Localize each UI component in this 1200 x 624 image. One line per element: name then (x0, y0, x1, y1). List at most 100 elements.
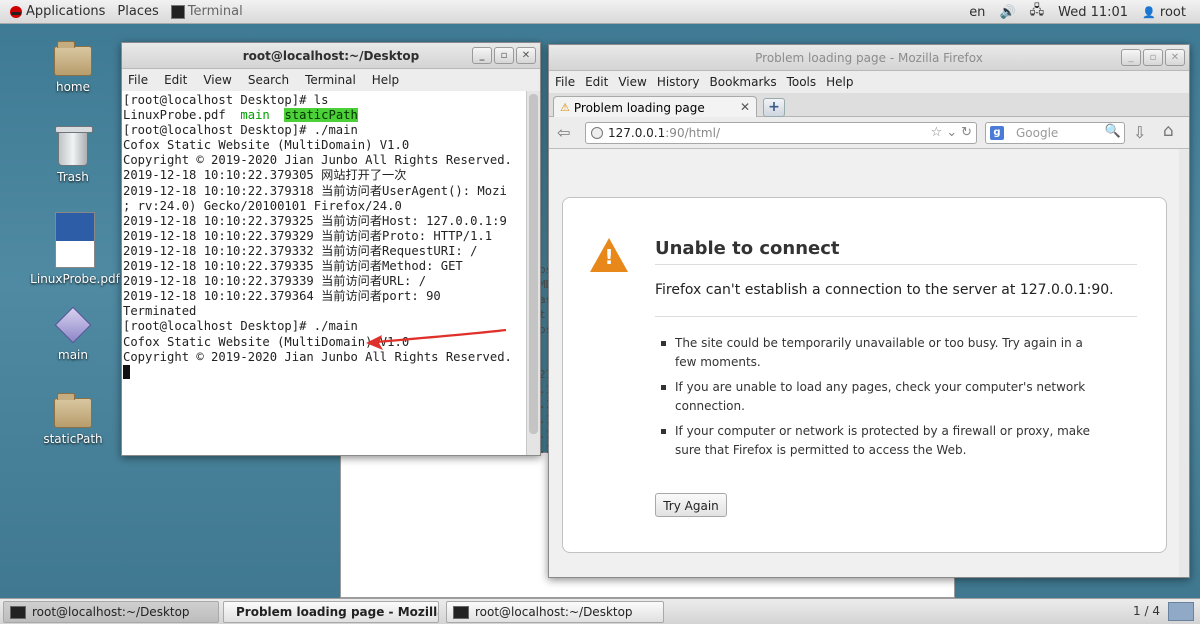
firefox-titlebar[interactable]: Problem loading page - Mozilla Firefox _… (549, 45, 1189, 71)
desktop-icon-home[interactable]: home (26, 41, 120, 94)
page-content: ! Unable to connect Firefox can't establ… (549, 149, 1189, 577)
error-title: Unable to connect (655, 238, 840, 259)
menu-help[interactable]: Help (826, 75, 853, 89)
scrollbar-thumb[interactable] (529, 94, 538, 434)
taskbar-item-label: root@localhost:~/Desktop (32, 605, 190, 619)
page-scrollbar[interactable] (1179, 149, 1189, 577)
tab-close-icon[interactable]: ✕ (740, 100, 750, 114)
places-menu[interactable]: Places (111, 0, 164, 24)
workspace-switcher[interactable] (1168, 602, 1194, 621)
terminal-scrollbar[interactable] (526, 91, 540, 455)
language-indicator[interactable]: en (969, 5, 985, 20)
dropdown-chevron-icon[interactable]: ⌄ (946, 125, 957, 140)
desktop-icon-main[interactable]: main (26, 306, 120, 362)
new-tab-button[interactable]: + (763, 98, 785, 117)
error-description: Firefox can't establish a connection to … (655, 282, 1114, 298)
url-bar[interactable]: 127.0.0.1:90/html/ ☆ ⌄ ↻ (585, 122, 977, 144)
network-icon[interactable]: 🖧 (1030, 1, 1045, 23)
taskbar-item-firefox[interactable]: Problem loading page - Mozilla ... (223, 601, 439, 623)
terminal-line: Terminated (123, 304, 197, 319)
tab-strip: ⚠ Problem loading page ✕ + (549, 93, 1189, 118)
executable-icon (54, 306, 92, 344)
terminal-app-indicator[interactable]: Terminal (165, 0, 249, 24)
navigation-toolbar: ⇦ 127.0.0.1:90/html/ ☆ ⌄ ↻ g Google 🔍 ⇩ ⌂ (549, 117, 1189, 149)
menu-view[interactable]: View (618, 75, 646, 89)
workspace-indicator[interactable]: 1 / 4 (1133, 604, 1160, 618)
close-button[interactable]: ✕ (1165, 49, 1185, 66)
menu-tools[interactable]: Tools (787, 75, 817, 89)
desktop-icon-linuxprobe-pdf[interactable]: LinuxProbe.pdf (28, 212, 122, 286)
terminal-line: 2019-12-18 10:10:22.379305 网站打开了一次 (123, 168, 407, 183)
terminal-icon (10, 605, 26, 619)
taskbar-item-label: Problem loading page - Mozilla ... (236, 605, 438, 619)
firefox-menubar: File Edit View History Bookmarks Tools H… (549, 71, 1189, 93)
menu-bookmarks[interactable]: Bookmarks (710, 75, 777, 89)
menu-view[interactable]: View (203, 73, 231, 87)
warning-exclamation: ! (604, 245, 614, 269)
menu-search[interactable]: Search (248, 73, 289, 87)
desktop-icon-staticpath[interactable]: staticPath (26, 393, 120, 446)
ls-output-pdf: LinuxProbe.pdf (123, 108, 241, 123)
terminal-icon (453, 605, 469, 619)
menu-help[interactable]: Help (372, 73, 399, 87)
menu-file[interactable]: File (128, 73, 148, 87)
clock[interactable]: Wed 11:01 (1058, 5, 1128, 20)
firefox-window[interactable]: Problem loading page - Mozilla Firefox _… (548, 44, 1190, 578)
reload-icon[interactable]: ↻ (961, 125, 972, 140)
terminal-titlebar[interactable]: root@localhost:~/Desktop _ ▫ ✕ (122, 43, 540, 69)
menu-edit[interactable]: Edit (164, 73, 187, 87)
terminal-menubar: File Edit View Search Terminal Help (122, 69, 540, 91)
maximize-button[interactable]: ▫ (494, 47, 514, 64)
ls-output-gap (270, 108, 285, 122)
minimize-button[interactable]: _ (472, 47, 492, 64)
bottom-taskbar: root@localhost:~/Desktop Problem loading… (0, 598, 1200, 624)
terminal-line: 2019-12-18 10:10:22.379335 当前访问者Method: … (123, 259, 463, 274)
try-again-button[interactable]: Try Again (655, 493, 727, 517)
search-bar[interactable]: g Google 🔍 (985, 122, 1125, 144)
taskbar-item-terminal-1[interactable]: root@localhost:~/Desktop (3, 601, 219, 623)
terminal-line: 2019-12-18 10:10:22.379339 当前访问者URL: / (123, 274, 427, 289)
applications-menu[interactable]: Applications (0, 0, 111, 24)
terminal-line: [root@localhost Desktop]# ls (123, 93, 329, 107)
close-button[interactable]: ✕ (516, 47, 536, 64)
menu-terminal[interactable]: Terminal (305, 73, 356, 87)
volume-icon[interactable]: 🔊 (999, 5, 1015, 20)
error-suggestions: The site could be temporarily unavailabl… (661, 334, 1091, 466)
back-arrow-icon[interactable]: ⇦ (557, 123, 579, 143)
menu-history[interactable]: History (657, 75, 700, 89)
bookmark-star-icon[interactable]: ☆ (931, 125, 943, 140)
terminal-icon (170, 4, 185, 19)
error-panel: ! Unable to connect Firefox can't establ… (562, 197, 1167, 553)
taskbar-item-label: root@localhost:~/Desktop (475, 605, 633, 619)
menu-edit[interactable]: Edit (585, 75, 608, 89)
desktop-icon-trash[interactable]: Trash (26, 126, 120, 184)
terminal-output[interactable]: [root@localhost Desktop]# ls LinuxProbe.… (122, 91, 526, 455)
google-engine-icon[interactable]: g (990, 126, 1004, 140)
terminal-line: ; rv:24.0) Gecko/20100101 Firefox/24.0 (123, 198, 402, 213)
menu-file[interactable]: File (555, 75, 575, 89)
user-menu[interactable]: 👤 root (1142, 5, 1186, 20)
terminal-line: Copyright © 2019-2020 Jian Junbo All Rig… (123, 153, 512, 168)
taskbar-item-terminal-2[interactable]: root@localhost:~/Desktop (446, 601, 664, 623)
user-icon: 👤 (1142, 5, 1156, 19)
url-path: :90/html/ (665, 126, 720, 140)
firefox-title: Problem loading page - Mozilla Firefox (755, 50, 983, 65)
desktop-icon-label: Trash (57, 170, 89, 184)
minimize-button[interactable]: _ (1121, 49, 1141, 66)
warning-small-icon: ⚠ (560, 101, 570, 114)
tab-label: Problem loading page (573, 100, 705, 115)
maximize-button[interactable]: ▫ (1143, 49, 1163, 66)
terminal-line: [root@localhost Desktop]# ./main (123, 319, 358, 334)
user-name: root (1159, 4, 1186, 20)
desktop-icon-label: main (58, 348, 88, 362)
home-icon[interactable]: ⌂ (1163, 121, 1174, 141)
terminal-window[interactable]: root@localhost:~/Desktop _ ▫ ✕ File Edit… (121, 42, 541, 456)
terminal-line: 2019-12-18 10:10:22.379325 当前访问者Host: 12… (123, 213, 507, 228)
ls-output-main: main (240, 108, 270, 123)
download-arrow-icon[interactable]: ⇩ (1133, 123, 1146, 142)
search-placeholder: Google (1016, 126, 1059, 140)
tab-problem-loading[interactable]: ⚠ Problem loading page ✕ (553, 96, 757, 118)
search-icon[interactable]: 🔍 (1105, 124, 1121, 139)
suggestion-item: The site could be temporarily unavailabl… (661, 334, 1091, 372)
terminal-app-label: Terminal (187, 4, 243, 19)
